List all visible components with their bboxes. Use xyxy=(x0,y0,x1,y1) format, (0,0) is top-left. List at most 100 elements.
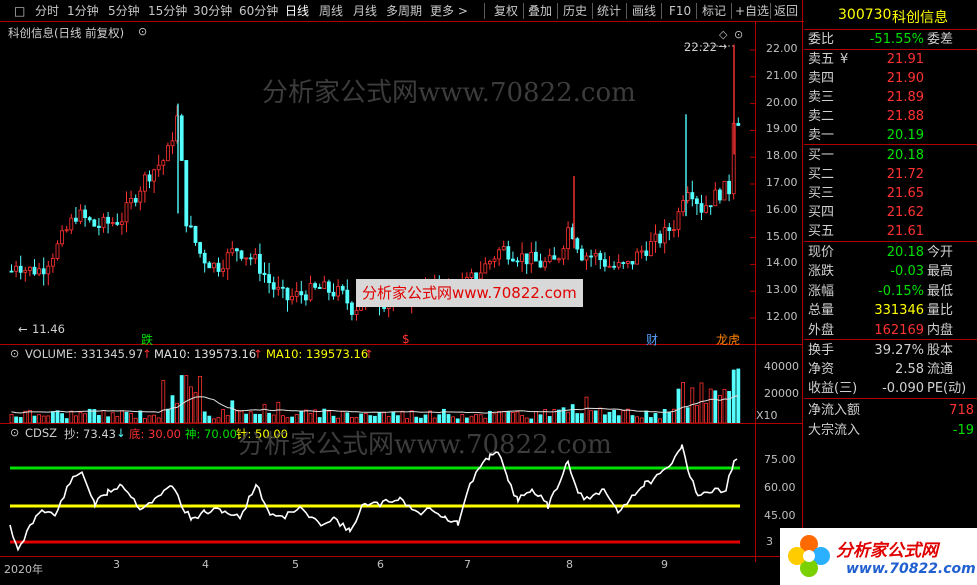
draw-line-button[interactable]: 画线 xyxy=(632,3,656,19)
candle-body xyxy=(78,209,83,222)
candle-body xyxy=(51,258,55,267)
back-button[interactable]: 返回 xyxy=(774,3,798,19)
tab-weekly[interactable]: 周线 xyxy=(319,3,343,19)
volume-bar xyxy=(115,416,120,423)
volume-bar xyxy=(603,414,607,423)
tab-5min[interactable]: 5分钟 xyxy=(108,3,140,19)
quote-2-label: 涨幅 xyxy=(808,283,835,299)
candle-body xyxy=(497,249,502,260)
volume-bar xyxy=(216,417,221,423)
candle-body xyxy=(92,219,97,227)
candle-body xyxy=(142,174,147,192)
volume-bar xyxy=(32,415,37,423)
volume-bar xyxy=(142,418,147,423)
tab-daily[interactable]: 日线 xyxy=(285,3,309,19)
tab-15min[interactable]: 15分钟 xyxy=(148,3,187,19)
buy-level-2: 买二 21.72 xyxy=(808,166,976,183)
volume-bar xyxy=(55,410,60,423)
volume-bar xyxy=(230,400,235,423)
tab-30min[interactable]: 30分钟 xyxy=(193,3,232,19)
date-label: 2020年 xyxy=(4,563,43,576)
fund-0: 换手 39.27% 股本 xyxy=(808,342,976,359)
candle-body xyxy=(202,252,207,264)
quote-0-label: 现价 xyxy=(808,245,835,260)
volume-bar xyxy=(460,414,465,423)
candle-body xyxy=(354,309,359,315)
buy-level-5-value: 21.61 xyxy=(886,224,924,239)
overlay-button[interactable]: 叠加 xyxy=(528,3,552,19)
tab-multi-period[interactable]: 多周期 xyxy=(386,3,422,19)
candle-body xyxy=(566,227,570,250)
f10-button[interactable]: F10 xyxy=(669,3,691,19)
price-axis-label: 21.00 xyxy=(766,68,798,82)
buy-level-5: 买五 21.61 xyxy=(808,223,976,240)
stock-header: 300730 科创信息 xyxy=(804,0,977,30)
sell-level-2-value: 21.88 xyxy=(886,109,924,124)
volume-bar xyxy=(529,418,534,423)
price-axis-label: 16.00 xyxy=(766,202,798,216)
chevron-down-icon[interactable]: ⊙ xyxy=(734,28,743,41)
volume-bar xyxy=(451,416,456,423)
tab-timeshare[interactable]: 分时 xyxy=(35,3,59,19)
volume-bar xyxy=(253,413,258,423)
candle-body xyxy=(644,250,649,256)
volume-bar xyxy=(607,411,612,423)
flow-0: 净流入额 718 xyxy=(808,402,976,419)
volume-bar xyxy=(414,416,419,423)
quote-2: 涨幅 -0.15% 最低 xyxy=(808,283,976,300)
volume-bar xyxy=(626,408,630,423)
candle-body xyxy=(487,260,492,265)
history-button[interactable]: 历史 xyxy=(563,3,587,19)
volume-bar xyxy=(575,413,580,423)
indicator-menu-icon[interactable]: ⊙ xyxy=(10,426,19,439)
volume-bar xyxy=(303,409,308,423)
more-menu-button[interactable]: 更多 > xyxy=(430,3,468,19)
volume-bar xyxy=(69,410,74,423)
volume-bar xyxy=(124,411,129,423)
toolbar-separator xyxy=(626,3,627,19)
price-axis-label: 20.00 xyxy=(766,95,798,109)
price-axis-divider xyxy=(755,22,756,562)
volume-bar xyxy=(179,375,184,423)
volume-bar xyxy=(156,417,161,423)
adjust-button[interactable]: 复权 xyxy=(494,3,518,19)
candle-body xyxy=(303,294,308,301)
fund-0-label: 换手 xyxy=(808,343,835,358)
candle-body xyxy=(138,190,143,203)
tab-60min[interactable]: 60分钟 xyxy=(239,3,278,19)
candle-body xyxy=(64,229,69,232)
tab-monthly[interactable]: 月线 xyxy=(353,3,377,19)
candle-body xyxy=(529,251,534,265)
volume-bar xyxy=(584,396,589,423)
fund-1: 净资 2.58 流通 xyxy=(808,361,976,378)
tab-1min[interactable]: 1分钟 xyxy=(67,3,99,19)
indicator-di: 底: 30.00 xyxy=(129,427,181,441)
mark-button[interactable]: 标记 xyxy=(702,3,726,19)
candle-body xyxy=(239,250,244,259)
candle-body xyxy=(27,266,32,271)
marker-dollar[interactable]: $ xyxy=(402,332,410,346)
volume-axis-label: 20000 xyxy=(764,387,799,400)
volume-bar xyxy=(262,404,267,423)
fund-1-value: 2.58 xyxy=(895,362,924,377)
candle-body xyxy=(658,233,662,244)
candle-body xyxy=(510,258,515,262)
volume-bar xyxy=(345,412,350,423)
quote-0-value: 20.18 xyxy=(886,245,924,260)
volume-bar xyxy=(198,375,203,423)
volume-menu-icon[interactable]: ⊙ xyxy=(10,347,19,360)
volume-bar xyxy=(681,381,685,423)
volume-bar xyxy=(207,415,212,423)
indicator-chao: 抄: 73.43 xyxy=(64,427,116,441)
volume-bar xyxy=(372,415,377,423)
volume-bar xyxy=(234,409,239,423)
candle-body xyxy=(501,246,506,251)
chart-menu-icon[interactable]: ⊙ xyxy=(138,25,147,38)
statistics-button[interactable]: 统计 xyxy=(597,3,621,19)
add-watchlist-button[interactable]: +自选 xyxy=(735,3,769,19)
candle-body xyxy=(672,229,676,232)
expand-toggle-icon[interactable]: □ xyxy=(14,3,25,19)
sell-level-4-value: 21.90 xyxy=(886,71,924,86)
volume-bar xyxy=(395,415,400,423)
sell-level-3: 卖三 21.89 xyxy=(808,89,976,106)
